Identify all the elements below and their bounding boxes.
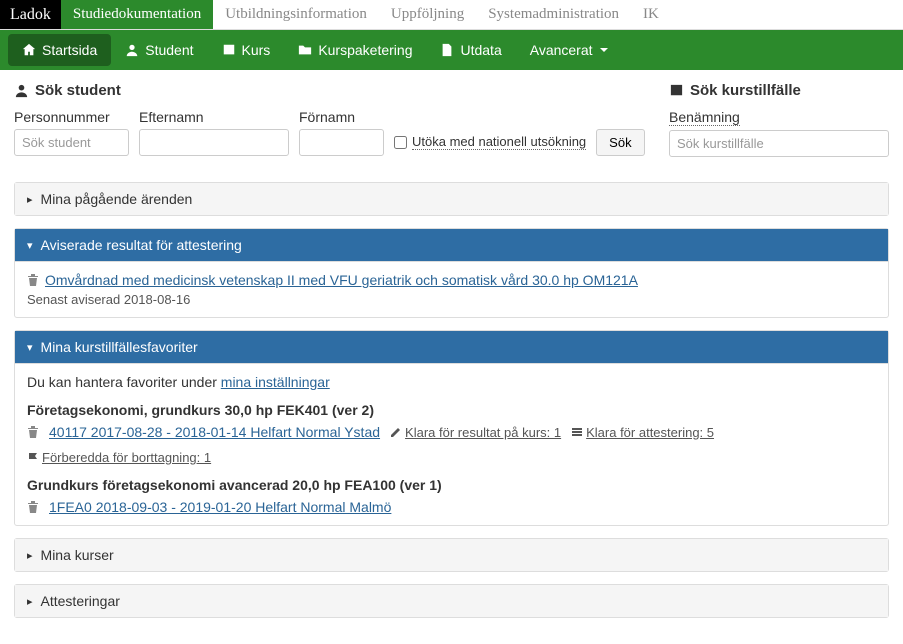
benamning-label: Benämning (669, 109, 740, 126)
caret-right-icon: ▸ (27, 549, 33, 562)
panel-head-pagaende[interactable]: ▸ Mina pågående ärenden (15, 183, 888, 215)
panel-title: Mina kurser (41, 547, 114, 563)
folder-icon (298, 43, 312, 57)
logo: Ladok (0, 0, 61, 29)
tab-studiedokumentation[interactable]: Studiedokumentation (61, 0, 213, 29)
panel-title: Mina kurstillfällesfavoriter (41, 339, 198, 355)
home-icon (22, 43, 36, 57)
favoriter-intro: Du kan hantera favoriter under (27, 374, 221, 390)
tab-uppfoljning[interactable]: Uppföljning (379, 0, 476, 29)
nav-label: Kurspaketering (318, 42, 412, 58)
panel-pagaende: ▸ Mina pågående ärenden (14, 182, 889, 216)
flag-icon (27, 452, 39, 464)
utoka-label: Utöka med nationell utsökning (412, 134, 586, 150)
meta-text: Förberedda för borttagning: 1 (42, 450, 211, 465)
user-icon (125, 43, 139, 57)
pencil-icon (390, 426, 402, 438)
nav-avancerat[interactable]: Avancerat (516, 34, 623, 66)
aviserad-link[interactable]: Omvårdnad med medicinsk vetenskap II med… (45, 272, 638, 288)
meta-text: Klara för resultat på kurs: 1 (405, 425, 561, 440)
nav-utdata[interactable]: Utdata (426, 34, 515, 66)
list-icon (571, 426, 583, 438)
fav1-title: Företagsekonomi, grundkurs 30,0 hp FEK40… (27, 402, 876, 418)
trash-icon[interactable] (27, 425, 39, 439)
nav-student[interactable]: Student (111, 34, 207, 66)
caret-down-icon: ▾ (27, 239, 33, 252)
panel-title: Attesteringar (41, 593, 120, 609)
fornamn-input[interactable] (299, 129, 384, 156)
nav-bar: Startsida Student Kurs Kurspaketering Ut… (0, 30, 903, 70)
fornamn-label: Förnamn (299, 109, 384, 125)
klara-attestering-link[interactable]: Klara för attestering: 5 (571, 425, 714, 440)
nav-kurs[interactable]: Kurs (208, 34, 285, 66)
klara-resultat-link[interactable]: Klara för resultat på kurs: 1 (390, 425, 561, 440)
panel-head-attesteringar[interactable]: ▸ Attesteringar (15, 585, 888, 617)
sok-button[interactable]: Sök (596, 129, 644, 156)
personnummer-label: Personnummer (14, 109, 129, 125)
nav-label: Kurs (242, 42, 271, 58)
tab-systemadministration[interactable]: Systemadministration (476, 0, 631, 29)
search-kurs-heading: Sök kurstillfälle (669, 82, 889, 99)
panel-head-aviserade[interactable]: ▾ Aviserade resultat för attestering (15, 229, 888, 261)
heading-text: Sök kurstillfälle (690, 82, 801, 99)
top-tabs: Studiedokumentation Utbildningsinformati… (61, 0, 671, 29)
meta-text: Klara för attestering: 5 (586, 425, 714, 440)
tab-ik[interactable]: IK (631, 0, 671, 29)
file-icon (440, 43, 454, 57)
benamning-input[interactable] (669, 130, 889, 157)
nav-label: Student (145, 42, 193, 58)
book-icon (669, 83, 684, 98)
fav2-link[interactable]: 1FEA0 2018-09-03 - 2019-01-20 Helfart No… (49, 499, 391, 515)
nav-kurspaketering[interactable]: Kurspaketering (284, 34, 426, 66)
nav-label: Avancerat (530, 42, 593, 58)
panel-head-favoriter[interactable]: ▾ Mina kurstillfällesfavoriter (15, 331, 888, 363)
user-icon (14, 83, 29, 98)
panel-title: Mina pågående ärenden (41, 191, 193, 207)
book-icon (222, 43, 236, 57)
caret-right-icon: ▸ (27, 193, 33, 206)
caret-right-icon: ▸ (27, 595, 33, 608)
nav-startsida[interactable]: Startsida (8, 34, 111, 66)
forberedda-link[interactable]: Förberedda för borttagning: 1 (27, 450, 211, 465)
panel-attesteringar: ▸ Attesteringar (14, 584, 889, 618)
efternamn-input[interactable] (139, 129, 289, 156)
personnummer-input[interactable] (14, 129, 129, 156)
fav1-link[interactable]: 40117 2017-08-28 - 2018-01-14 Helfart No… (49, 424, 380, 440)
nav-label: Startsida (42, 42, 97, 58)
panel-head-mina-kurser[interactable]: ▸ Mina kurser (15, 539, 888, 571)
senast-aviserad: Senast aviserad 2018-08-16 (27, 292, 876, 307)
tab-utbildningsinformation[interactable]: Utbildningsinformation (213, 0, 379, 29)
heading-text: Sök student (35, 82, 121, 99)
fav2-title: Grundkurs företagsekonomi avancerad 20,0… (27, 477, 876, 493)
mina-installningar-link[interactable]: mina inställningar (221, 374, 330, 390)
search-student-heading: Sök student (14, 82, 649, 99)
chevron-down-icon (599, 45, 609, 55)
efternamn-label: Efternamn (139, 109, 289, 125)
trash-icon[interactable] (27, 273, 39, 287)
panel-mina-kurser: ▸ Mina kurser (14, 538, 889, 572)
utoka-checkbox[interactable] (394, 136, 407, 149)
panel-aviserade: ▾ Aviserade resultat för attestering Omv… (14, 228, 889, 318)
nav-label: Utdata (460, 42, 501, 58)
panel-title: Aviserade resultat för attestering (41, 237, 242, 253)
caret-down-icon: ▾ (27, 341, 33, 354)
panel-favoriter: ▾ Mina kurstillfällesfavoriter Du kan ha… (14, 330, 889, 526)
trash-icon[interactable] (27, 500, 39, 514)
